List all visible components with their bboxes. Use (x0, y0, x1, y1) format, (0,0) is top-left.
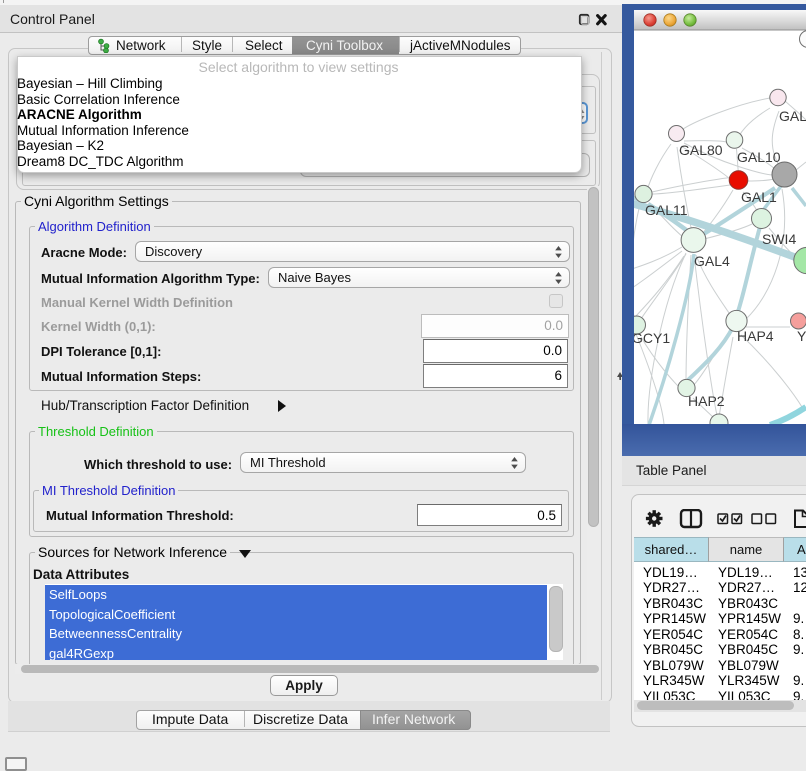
svg-text:YE: YE (797, 328, 806, 344)
svg-text:GAL: GAL (779, 108, 806, 124)
svg-text:HAP2: HAP2 (688, 393, 725, 409)
svg-text:GAL10: GAL10 (737, 149, 781, 165)
svg-text:GAL80: GAL80 (679, 142, 723, 158)
svg-text:SWI4: SWI4 (762, 231, 796, 247)
svg-text:HAP4: HAP4 (737, 328, 774, 344)
svg-text:GAL11: GAL11 (645, 202, 688, 218)
svg-text:GAL4: GAL4 (694, 253, 730, 269)
svg-text:GAL1: GAL1 (741, 189, 777, 205)
svg-text:GCY1: GCY1 (632, 330, 670, 346)
